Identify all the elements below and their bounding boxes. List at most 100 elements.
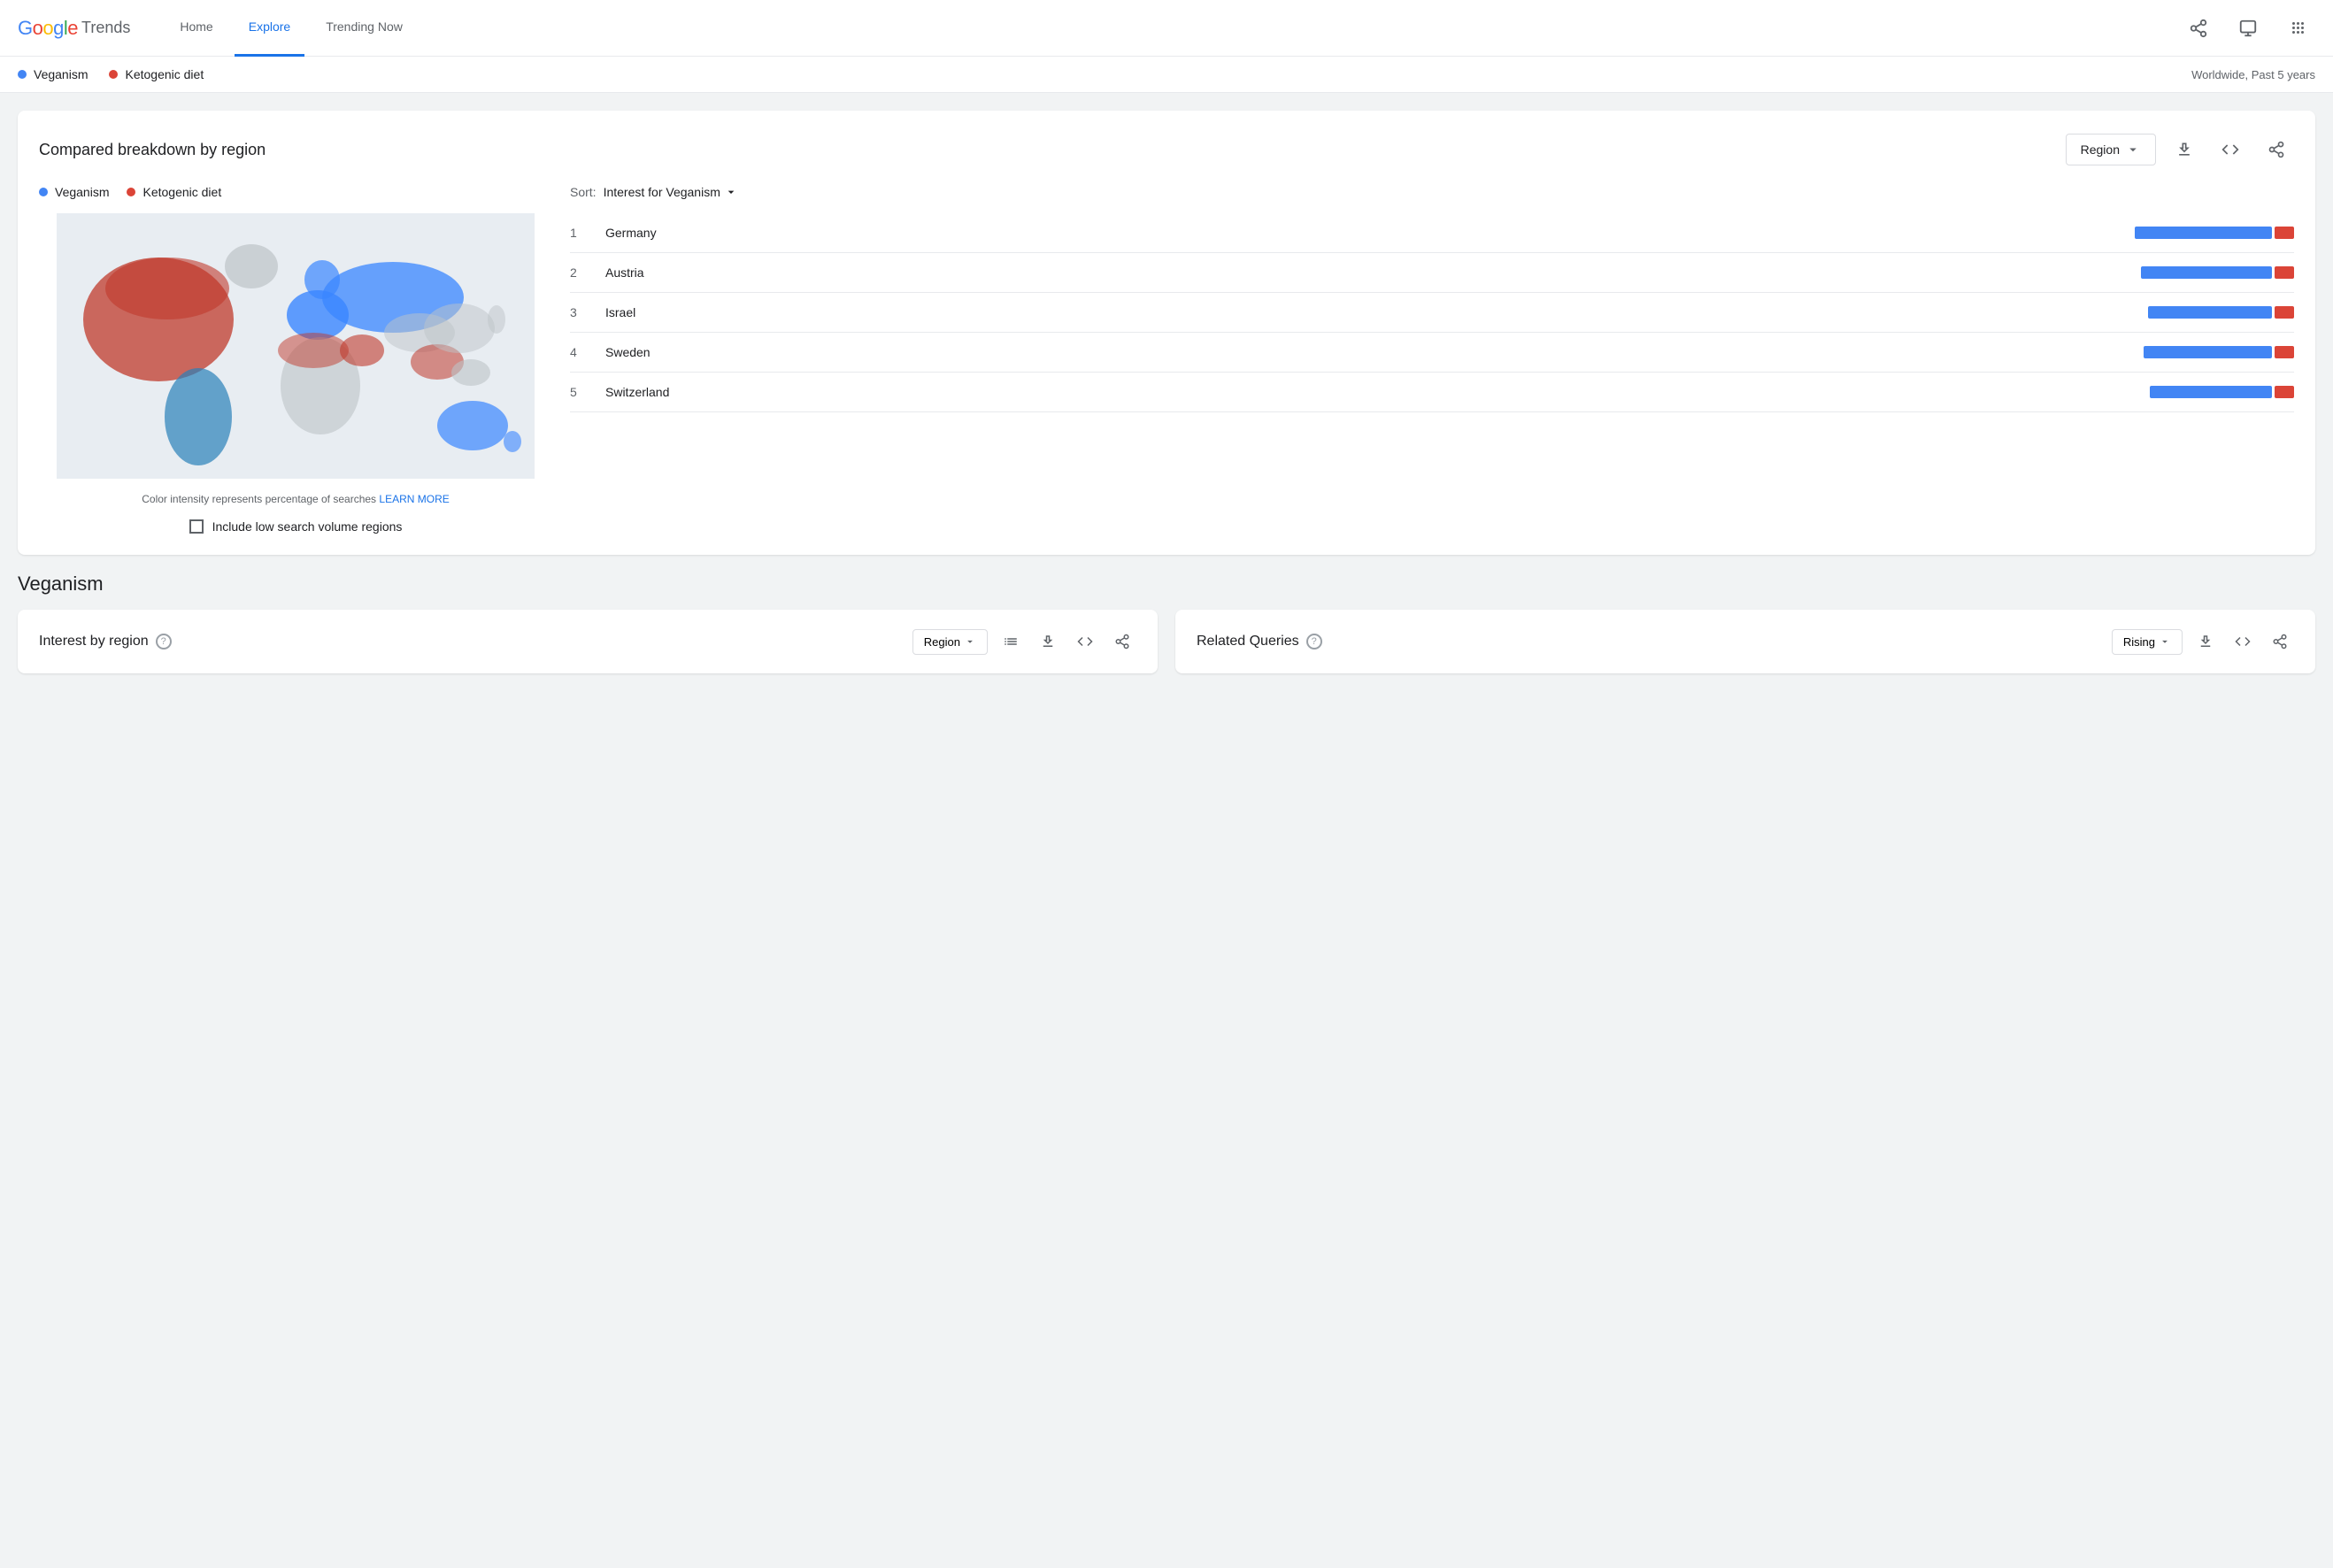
low-volume-checkbox[interactable] xyxy=(189,519,204,534)
embed-icon[interactable] xyxy=(2213,132,2248,167)
related-download-icon[interactable] xyxy=(2191,627,2220,656)
rank-country: Austria xyxy=(605,265,2141,280)
bottom-cards: Interest by region ? Region xyxy=(18,610,2315,673)
map-legend-label2: Ketogenic diet xyxy=(142,185,221,199)
header-icons xyxy=(2181,11,2315,46)
rank-row: 3 Israel xyxy=(570,293,2294,333)
breakdown-controls: Region xyxy=(2066,132,2294,167)
rank-number: 2 xyxy=(570,265,605,280)
breakdown-card: Compared breakdown by region Region xyxy=(18,111,2315,555)
main-nav: Home Explore Trending Now xyxy=(166,0,2181,57)
rank-bar-blue xyxy=(2141,266,2272,279)
rank-country: Sweden xyxy=(605,345,2144,359)
interest-title: Interest by region xyxy=(39,634,149,649)
rank-number: 4 xyxy=(570,345,605,359)
world-map xyxy=(57,213,535,479)
interest-region-label: Region xyxy=(924,635,960,649)
map-legend-term2: Ketogenic diet xyxy=(127,185,221,199)
header: Google Trends Home Explore Trending Now xyxy=(0,0,2333,57)
map-legend-term1: Veganism xyxy=(39,185,109,199)
map-legend-dot1 xyxy=(39,188,48,196)
rank-bar-red xyxy=(2275,227,2294,239)
sort-value: Interest for Veganism xyxy=(604,185,720,199)
sort-dropdown[interactable]: Interest for Veganism xyxy=(604,185,738,199)
related-card-controls: Rising xyxy=(2112,627,2294,656)
apps-icon[interactable] xyxy=(2280,11,2315,46)
rank-row: 4 Sweden xyxy=(570,333,2294,373)
rank-row: 1 Germany xyxy=(570,213,2294,253)
map-legend-dot2 xyxy=(127,188,135,196)
interest-card-header: Interest by region ? Region xyxy=(39,627,1136,656)
share-icon[interactable] xyxy=(2181,11,2216,46)
rank-number: 5 xyxy=(570,385,605,399)
rank-bars xyxy=(2150,386,2294,398)
interest-by-region-card: Interest by region ? Region xyxy=(18,610,1158,673)
sort-row: Sort: Interest for Veganism xyxy=(570,185,2294,199)
veganism-section-title: Veganism xyxy=(18,573,2315,596)
rank-bar-blue xyxy=(2150,386,2272,398)
term2-label: Ketogenic diet xyxy=(125,67,204,81)
nav-trending-now[interactable]: Trending Now xyxy=(312,0,417,57)
interest-embed-icon[interactable] xyxy=(1071,627,1099,656)
map-legend: Veganism Ketogenic diet xyxy=(39,185,221,199)
rank-bar-red xyxy=(2275,386,2294,398)
rank-bar-blue xyxy=(2148,306,2272,319)
related-embed-icon[interactable] xyxy=(2229,627,2257,656)
low-volume-label: Include low search volume regions xyxy=(212,519,403,534)
related-rising-label: Rising xyxy=(2123,635,2155,649)
term1-label: Veganism xyxy=(34,67,88,81)
interest-download-icon[interactable] xyxy=(1034,627,1062,656)
location-time: Worldwide, Past 5 years xyxy=(2191,68,2315,81)
related-rising-dropdown[interactable]: Rising xyxy=(2112,629,2183,655)
breakdown-title: Compared breakdown by region xyxy=(39,141,266,159)
trends-logo-text: Trends xyxy=(81,19,130,37)
feedback-icon[interactable] xyxy=(2230,11,2266,46)
interest-share-icon[interactable] xyxy=(1108,627,1136,656)
sort-label: Sort: xyxy=(570,185,597,199)
rank-bar-blue xyxy=(2135,227,2272,239)
rank-bar-red xyxy=(2275,346,2294,358)
low-volume-row: Include low search volume regions xyxy=(189,519,403,534)
rank-bar-red xyxy=(2275,266,2294,279)
term1-dot xyxy=(18,70,27,79)
interest-card-controls: Region xyxy=(912,627,1136,656)
rank-number: 3 xyxy=(570,305,605,319)
related-title: Related Queries xyxy=(1197,634,1299,649)
region-label: Region xyxy=(2081,142,2120,157)
rank-row: 2 Austria xyxy=(570,253,2294,293)
interest-info-icon[interactable]: ? xyxy=(156,634,172,649)
learn-more-link[interactable]: LEARN MORE xyxy=(379,493,449,505)
map-container: Veganism Ketogenic diet xyxy=(39,185,552,534)
map-note: Color intensity represents percentage of… xyxy=(142,493,450,505)
rank-row: 5 Switzerland xyxy=(570,373,2294,412)
sub-header: Veganism Ketogenic diet Worldwide, Past … xyxy=(0,57,2333,93)
rank-bars xyxy=(2144,346,2294,358)
rank-number: 1 xyxy=(570,226,605,240)
rank-bar-blue xyxy=(2144,346,2272,358)
related-share-icon[interactable] xyxy=(2266,627,2294,656)
google-logo: Google xyxy=(18,17,78,40)
download-icon[interactable] xyxy=(2167,132,2202,167)
breakdown-card-header: Compared breakdown by region Region xyxy=(39,132,2294,167)
logo-area: Google Trends xyxy=(18,17,130,40)
nav-home[interactable]: Home xyxy=(166,0,227,57)
interest-region-dropdown[interactable]: Region xyxy=(912,629,988,655)
rank-bars xyxy=(2135,227,2294,239)
interest-list-icon[interactable] xyxy=(997,627,1025,656)
region-dropdown[interactable]: Region xyxy=(2066,134,2156,165)
related-info-icon[interactable]: ? xyxy=(1306,634,1322,649)
rankings-section: Sort: Interest for Veganism 1 Germany 2 … xyxy=(570,185,2294,534)
term1-badge: Veganism xyxy=(18,67,88,81)
rank-bars xyxy=(2148,306,2294,319)
related-title-row: Related Queries ? xyxy=(1197,634,1322,649)
term2-dot xyxy=(109,70,118,79)
map-section: Veganism Ketogenic diet xyxy=(39,185,2294,534)
term-badges: Veganism Ketogenic diet xyxy=(18,67,204,81)
rank-country: Switzerland xyxy=(605,385,2150,399)
related-queries-card: Related Queries ? Rising xyxy=(1175,610,2315,673)
rank-country: Israel xyxy=(605,305,2148,319)
interest-title-row: Interest by region ? xyxy=(39,634,172,649)
nav-explore[interactable]: Explore xyxy=(235,0,304,57)
map-note-text: Color intensity represents percentage of… xyxy=(142,493,379,505)
share-card-icon[interactable] xyxy=(2259,132,2294,167)
